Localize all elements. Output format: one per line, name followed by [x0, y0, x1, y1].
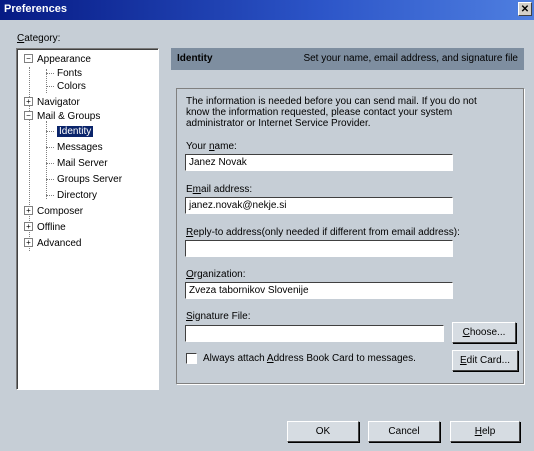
- name-label: Your name:: [186, 141, 237, 152]
- tree-item-offline[interactable]: + Offline: [24, 221, 66, 234]
- panel-title: Identity: [177, 53, 213, 64]
- tree-item-identity[interactable]: Identity: [57, 125, 94, 138]
- info-text-line-3: administrator or Internet Service Provid…: [186, 118, 371, 129]
- tree-item-directory[interactable]: Directory: [57, 189, 97, 202]
- ok-button[interactable]: OK: [287, 421, 359, 442]
- choose-button[interactable]: Choose...: [452, 322, 516, 343]
- help-button[interactable]: Help: [450, 421, 520, 442]
- tree-item-label: Identity: [57, 126, 94, 137]
- info-text-line-2: know the information requested, please c…: [186, 107, 453, 118]
- tree-item-colors[interactable]: Colors: [57, 80, 86, 93]
- tree-item-label: Advanced: [37, 238, 82, 249]
- tree-item-mail-server[interactable]: Mail Server: [57, 157, 108, 170]
- title-bar[interactable]: Preferences ✕: [0, 0, 534, 20]
- tree-item-label: Navigator: [37, 97, 80, 108]
- tree-item-label: Colors: [57, 81, 86, 92]
- close-button[interactable]: ✕: [518, 2, 532, 16]
- edit-card-button[interactable]: Edit Card...: [452, 350, 518, 371]
- category-tree[interactable]: − Appearance Fonts Colors + Navigator − Mai…: [16, 48, 159, 390]
- tree-connector: [46, 73, 54, 74]
- tree-item-label: Directory: [57, 190, 98, 201]
- name-input[interactable]: Janez Novak: [185, 154, 453, 171]
- tree-item-fonts[interactable]: Fonts: [57, 67, 82, 80]
- reply-to-input[interactable]: [185, 240, 453, 257]
- tree-item-navigator[interactable]: + Navigator: [24, 96, 80, 109]
- window-title: Preferences: [4, 3, 67, 15]
- tree-connector: [46, 147, 54, 148]
- tree-item-label: Composer: [37, 206, 84, 217]
- tree-item-label: Fonts: [57, 68, 83, 79]
- tree-connector: [46, 163, 54, 164]
- expand-icon[interactable]: +: [24, 238, 33, 247]
- collapse-icon[interactable]: −: [24, 54, 33, 63]
- email-label: Email address:: [186, 184, 253, 195]
- expand-icon[interactable]: +: [24, 222, 33, 231]
- cancel-button[interactable]: Cancel: [368, 421, 440, 442]
- tree-connector: [46, 86, 54, 87]
- tree-item-messages[interactable]: Messages: [57, 141, 103, 154]
- organization-input[interactable]: Zveza tabornikov Slovenije: [185, 282, 453, 299]
- tree-item-appearance[interactable]: − Appearance: [24, 53, 91, 66]
- tree-connector: [46, 131, 54, 132]
- tree-item-label: Appearance: [37, 54, 91, 65]
- panel-description: Set your name, email address, and signat…: [303, 53, 518, 64]
- reply-to-label: Reply-to address(only needed if differen…: [186, 227, 460, 238]
- tree-item-label: Offline: [37, 222, 66, 233]
- expand-icon[interactable]: +: [24, 206, 33, 215]
- category-label: Category:: [17, 33, 61, 44]
- organization-label: Organization:: [186, 269, 246, 280]
- tree-item-composer[interactable]: + Composer: [24, 205, 83, 218]
- tree-item-label: Messages: [57, 142, 103, 153]
- tree-item-mail-groups[interactable]: − Mail & Groups: [24, 110, 100, 123]
- tree-item-advanced[interactable]: + Advanced: [24, 237, 81, 250]
- tree-item-groups-server[interactable]: Groups Server: [57, 173, 122, 186]
- tree-connector: [46, 179, 54, 180]
- tree-item-label: Mail & Groups: [37, 111, 101, 122]
- info-text-line-1: The information is needed before you can…: [186, 96, 477, 107]
- close-icon: ✕: [520, 4, 530, 15]
- attach-card-label: Always attach Address Book Card to messa…: [203, 353, 416, 364]
- tree-item-label: Mail Server: [57, 158, 108, 169]
- tree-connector: [46, 195, 54, 196]
- attach-card-checkbox[interactable]: [186, 353, 197, 364]
- expand-icon[interactable]: +: [24, 97, 33, 106]
- tree-item-label: Groups Server: [57, 174, 123, 185]
- signature-file-label: Signature File:: [186, 311, 251, 322]
- collapse-icon[interactable]: −: [24, 111, 33, 120]
- signature-file-input[interactable]: [185, 325, 444, 342]
- panel-header: Identity Set your name, email address, a…: [171, 48, 524, 70]
- tree-connector: [46, 121, 47, 199]
- email-input[interactable]: janez.novak@nekje.si: [185, 197, 453, 214]
